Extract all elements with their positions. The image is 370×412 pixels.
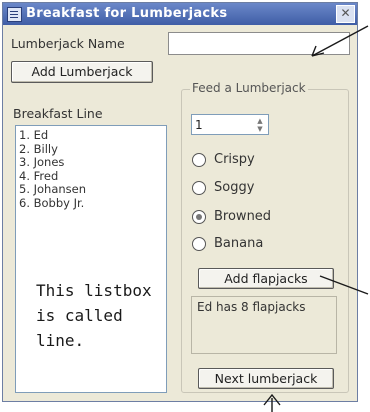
- arrow-to-name-input: [311, 25, 369, 57]
- annotation-arrows: [263, 25, 369, 412]
- arrow-to-add-flapjacks: [319, 275, 369, 295]
